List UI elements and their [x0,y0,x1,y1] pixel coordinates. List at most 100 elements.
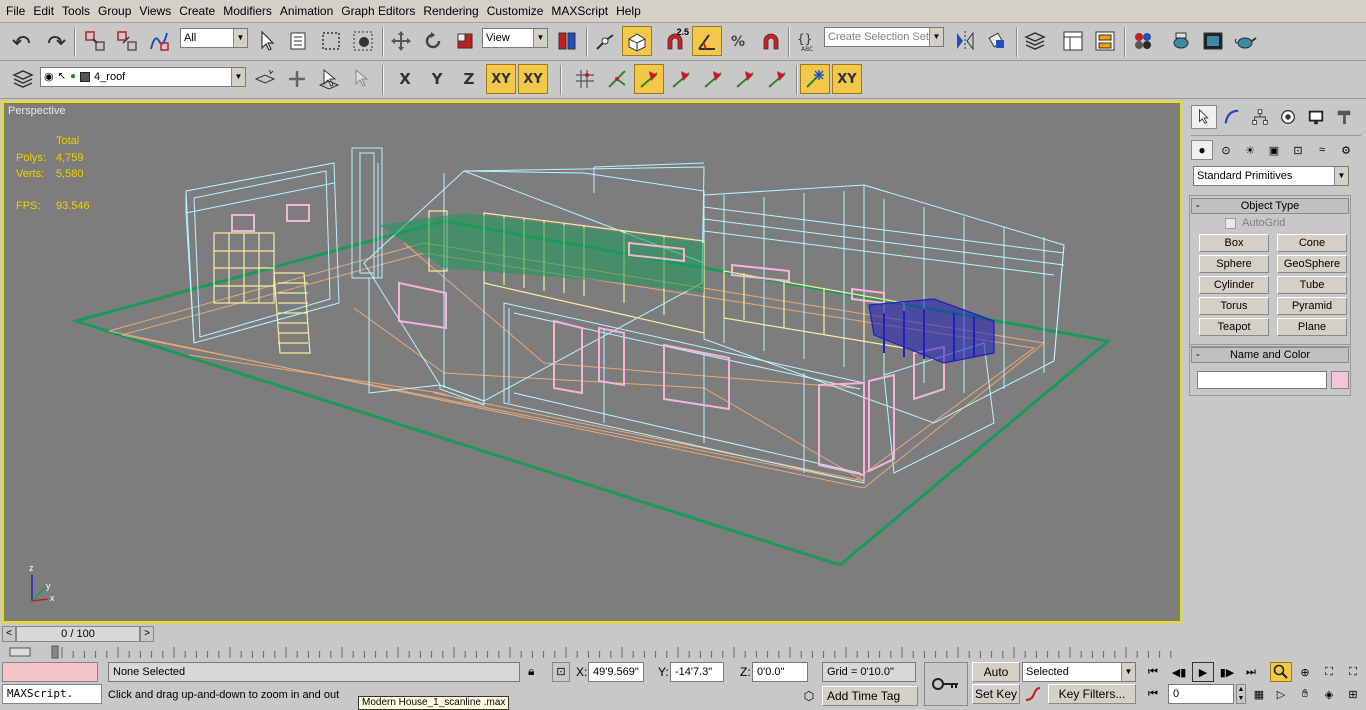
current-frame-field[interactable]: 0 [1168,684,1234,704]
menu-tools[interactable]: Tools [58,0,94,23]
torus-button[interactable]: Torus [1199,297,1269,315]
teapot-button[interactable]: Teapot [1199,318,1269,336]
snap-grid-points-button[interactable] [570,64,600,94]
material-editor-button[interactable] [1128,26,1158,56]
restrict-to-x-button[interactable]: X [390,64,420,94]
absolute-mode-toggle-icon[interactable]: ⊡ [552,662,570,682]
cone-button[interactable]: Cone [1277,234,1347,252]
time-tag-icon[interactable]: ⬡ [798,686,820,706]
cameras-icon[interactable]: ▣ [1263,140,1285,160]
box-button[interactable]: Box [1199,234,1269,252]
perspective-viewport[interactable]: Perspective Total Polys: 4,759 Verts: 5,… [2,101,1182,623]
maxscript-mini-listener[interactable]: MAXScript. [2,684,102,704]
angle-snap-toggle-button[interactable] [692,26,722,56]
time-slider-thumb[interactable]: 0 / 100 [16,626,140,642]
next-frame-icon[interactable]: ▮▶ [1216,662,1238,682]
set-key-mode-button[interactable] [924,662,968,706]
rendered-frame-window-button[interactable] [1198,26,1228,56]
tab-display[interactable] [1303,105,1329,129]
tube-button[interactable]: Tube [1277,276,1347,294]
time-prev-button[interactable]: < [2,626,16,642]
geosphere-button[interactable]: GeoSphere [1277,255,1347,273]
layer-dropdown[interactable]: ◉ ↖ ● 4_roof ▼ [40,67,246,87]
select-object-button[interactable] [252,26,282,56]
time-configuration-icon[interactable]: ▦ [1248,684,1270,704]
cylinder-button[interactable]: Cylinder [1199,276,1269,294]
field-of-view-icon[interactable]: ▷ [1270,684,1292,704]
primitive-category-dropdown[interactable]: Standard Primitives ▼ [1193,166,1349,186]
align-button[interactable] [982,26,1012,56]
object-color-swatch[interactable] [1331,371,1349,389]
reference-coordinate-dropdown[interactable]: View ▼ [482,28,548,48]
redo-button[interactable] [40,26,70,56]
use-pivot-center-button[interactable] [552,26,582,56]
layers-toolbar-button[interactable] [8,64,38,94]
track-bar[interactable] [0,644,1366,660]
select-and-rotate-button[interactable] [418,26,448,56]
z-coord-field[interactable]: 0'0.0" [752,662,808,682]
maxscript-listener-pink[interactable] [2,662,98,682]
restrict-to-z-button[interactable]: Z [454,64,484,94]
menu-group[interactable]: Group [94,0,135,23]
pan-view-icon[interactable]: ✋︎ [1294,684,1316,704]
rectangular-selection-button[interactable] [316,26,346,56]
plane-button[interactable]: Plane [1277,318,1347,336]
lock-selection-icon[interactable]: 🔒︎ [528,664,534,679]
snap-options-button[interactable] [800,64,830,94]
go-to-end-icon[interactable]: ⏭ [1240,662,1262,682]
systems-icon[interactable]: ⚙ [1335,140,1357,160]
menu-file[interactable]: File [2,0,29,23]
named-selection-sets-dropdown[interactable]: Create Selection Set ▼ [824,27,944,47]
key-selection-dropdown[interactable]: Selected ▼ [1022,662,1136,682]
schematic-view-button[interactable] [1090,26,1120,56]
selection-filter-dropdown[interactable]: All ▼ [180,28,248,48]
name-color-header[interactable]: - Name and Color [1191,347,1349,363]
add-to-layer-button[interactable] [282,64,312,94]
key-filters-button[interactable]: Key Filters... [1048,684,1136,704]
select-objects-in-layer-button[interactable] [314,64,344,94]
auto-key-button[interactable]: Auto Key [972,662,1020,697]
mirror-button[interactable] [950,26,980,56]
keyboard-shortcut-override-button[interactable] [622,26,652,56]
menu-animation[interactable]: Animation [276,0,337,23]
select-and-link-button[interactable] [80,26,110,56]
menu-edit[interactable]: Edit [29,0,58,23]
render-setup-button[interactable] [1166,26,1196,56]
menu-views[interactable]: Views [135,0,175,23]
spinner-snap-toggle-button[interactable] [756,26,786,56]
bind-to-space-warp-button[interactable] [144,26,174,56]
geometry-icon[interactable]: ● [1191,140,1213,160]
tab-utilities[interactable] [1331,105,1357,129]
zoom-extents-all-icon[interactable]: ⛶ [1342,662,1364,682]
restrict-to-plane-button[interactable]: XY [518,64,548,94]
time-next-button[interactable]: > [140,626,154,642]
quick-render-button[interactable] [1230,26,1260,56]
helpers-icon[interactable]: ⊡ [1287,140,1309,160]
frame-spinner[interactable]: ▲ ▼ [1236,684,1246,704]
sphere-button[interactable]: Sphere [1199,255,1269,273]
restrict-to-y-button[interactable]: Y [422,64,452,94]
object-type-header[interactable]: - Object Type [1191,198,1349,214]
lights-icon[interactable]: ☀ [1239,140,1261,160]
snap-midpoint-button[interactable] [698,64,728,94]
maximize-viewport-icon[interactable]: ⊞ [1342,684,1364,704]
snaps-toggle-button[interactable]: 2.5 [660,26,690,56]
unlink-selection-button[interactable] [112,26,142,56]
tab-create[interactable] [1191,105,1217,129]
percent-snap-toggle-button[interactable]: % [724,26,754,56]
snap-edge-button[interactable] [730,64,760,94]
tab-modify[interactable] [1219,105,1245,129]
add-time-tag-button[interactable]: Add Time Tag [822,686,918,706]
autogrid-checkbox[interactable]: AutoGrid [1225,217,1285,229]
select-by-name-button[interactable] [284,26,314,56]
zoom-extents-icon[interactable]: ⛶ [1318,662,1340,682]
tab-hierarchy[interactable] [1247,105,1273,129]
menu-graph-editors[interactable]: Graph Editors [337,0,419,23]
select-and-scale-button[interactable] [450,26,480,56]
time-slider-track[interactable] [156,626,1182,642]
play-icon[interactable]: ▶ [1192,662,1214,682]
curve-editor-button[interactable] [1058,26,1088,56]
select-and-manipulate-button[interactable] [590,26,620,56]
object-name-input[interactable] [1197,371,1327,389]
space-warps-icon[interactable]: ≈ [1311,140,1333,160]
